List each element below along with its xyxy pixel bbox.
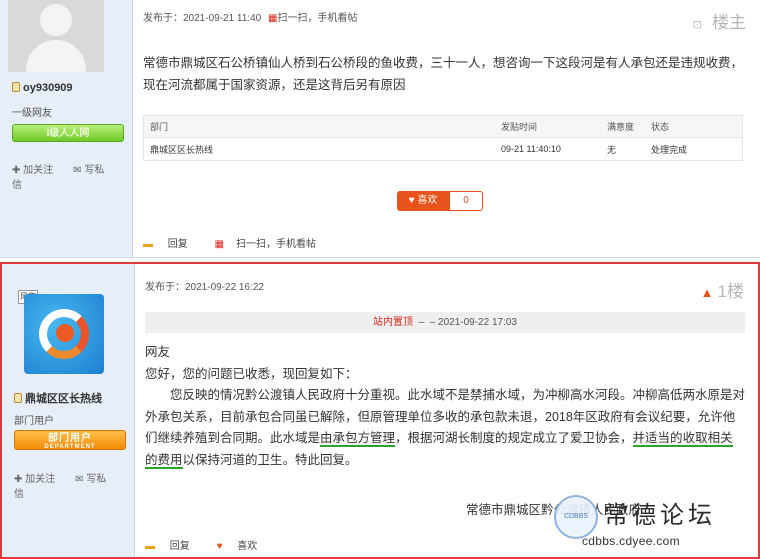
post-actions: ▬ 回复 ♥ 喜欢 [145, 537, 281, 552]
hot-icon: ▲ [700, 285, 714, 300]
cell-satisfaction: 无 [607, 144, 617, 155]
col-department: 部门 [150, 122, 169, 132]
col-status: 状态 [651, 122, 670, 132]
author-sidebar: oy930909 一级网友 I级人人网 ✚ 加关注 ✉ 写私信 [0, 0, 133, 257]
system-note-bar: 站内置顶 – – 2021-09-22 17:03 [145, 312, 745, 333]
handling-table: 部门 发贴时间 满意度 状态 鼎城区区长热线 09-21 11:40:10 无 … [143, 115, 743, 161]
like-button[interactable]: ♥ 喜欢 [397, 191, 449, 211]
avatar[interactable] [8, 0, 104, 72]
watermark-url: cdbbs.cdyee.com [582, 534, 680, 548]
pin-separator: – [418, 317, 425, 328]
post-body: 发布于：2021-09-21 11:40 ▦扫一扫，手机看帖 ⊡ 楼主 常德市鼎城… [134, 0, 760, 257]
user-icon [14, 393, 22, 403]
user-actions: ✚ 加关注 ✉ 写私信 [12, 161, 132, 191]
floor-label: ▲ 1楼 [700, 282, 744, 301]
scan-link[interactable]: 扫一扫，手机看帖 [277, 13, 357, 24]
username-link[interactable]: 鼎城区区长热线 [14, 390, 102, 406]
cell-time: 09-21 11:40:10 [501, 144, 561, 154]
like-widget: ♥ 喜欢 0 [397, 191, 483, 211]
post-1: oy930909 一级网友 I级人人网 ✚ 加关注 ✉ 写私信 发布于：2021-… [0, 0, 760, 258]
reply-button[interactable]: ▬ 回复 [145, 541, 202, 552]
user-icon [12, 82, 20, 92]
watermark-title: 常德论坛 [604, 501, 716, 529]
username-link[interactable]: oy930909 [12, 82, 73, 94]
reply-icon: ▬ [143, 239, 153, 250]
heart-icon: ♥ [216, 541, 223, 552]
cell-status: 处理完成 [651, 144, 688, 155]
col-time: 发贴时间 [501, 122, 538, 132]
reply-paragraph: 您反映的情况黔公渡镇人民政府十分重视。此水域不是禁捕水域，为冲柳高水河段。冲柳高… [145, 388, 746, 469]
like-button[interactable]: ♥ 喜欢 [217, 541, 270, 552]
table-row: 鼎城区区长热线 09-21 11:40:10 无 处理完成 [144, 138, 742, 160]
post-meta: 发布于：2021-09-22 16:22 [145, 282, 264, 293]
post-meta: 发布于：2021-09-21 11:40 ▦扫一扫，手机看帖 [143, 13, 358, 24]
reply-button[interactable]: ▬ 回复 [143, 239, 200, 250]
reply-icon: ▬ [145, 541, 155, 552]
post-content: 常德市鼎城区石公桥镇仙人桥到石公桥段的鱼收费，三十一人，想咨询一下这段河是有人承… [143, 56, 744, 92]
user-actions: ✚ 加关注 ✉ 写私信 [14, 470, 134, 500]
pin-time: – 2021-09-22 17:03 [429, 317, 517, 328]
follow-button[interactable]: ✚ 加关注 [14, 474, 65, 485]
follow-button[interactable]: ✚ 加关注 [12, 165, 63, 176]
site-logo: CDBBS [554, 495, 598, 539]
qr-icon: ▦ [214, 239, 225, 250]
pin-label: 站内置顶 [373, 317, 413, 328]
table-header: 部门 发贴时间 满意度 状态 [144, 116, 742, 138]
floor-label: ⊡ 楼主 [692, 13, 746, 32]
cell-department[interactable]: 鼎城区区长热线 [144, 143, 501, 156]
department-badge: 部门用户 DEPARTMENT [14, 430, 126, 450]
scan-button[interactable]: ▦ 扫一扫，手机看帖 [215, 239, 328, 250]
author-sidebar: 风字 鼎城区区长热线 部门用户 部门用户 DEPARTMENT ✚ 加关注✉ 写… [2, 264, 135, 557]
col-satisfaction: 满意度 [607, 122, 635, 132]
reply-greeting: 网友 [145, 345, 171, 359]
user-level: 部门用户 [14, 416, 54, 427]
level-badge: I级人人网 [12, 124, 124, 142]
site-watermark: CDBBS 常德论坛 cdbbs.cdyee.com [554, 495, 754, 555]
like-count: 0 [449, 191, 483, 211]
highlight-appropriate: 并适当的 [632, 431, 683, 447]
avatar[interactable] [24, 294, 104, 374]
reply-intro: 您好，您的问题已收悉，现回复如下： [145, 366, 358, 381]
highlight-contractor: 由承包方管理 [320, 431, 396, 447]
user-level: 一级网友 [12, 108, 52, 119]
reply-content: 网友 您好，您的问题已收悉，现回复如下： 您反映的情况黔公渡镇人民政府十分重视。… [145, 342, 745, 471]
post-actions: ▬ 回复 ▦ 扫一扫，手机看帖 [143, 235, 340, 250]
collapse-icon[interactable]: ⊡ [693, 19, 702, 31]
